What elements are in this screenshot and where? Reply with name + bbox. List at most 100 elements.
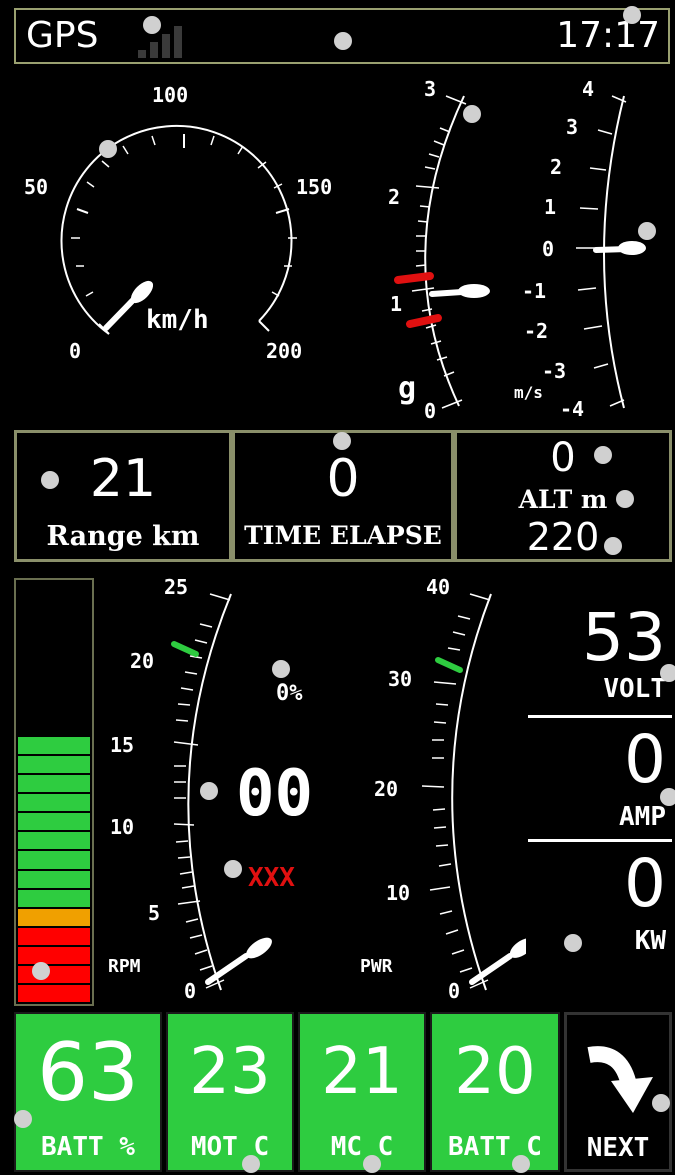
callout-marker xyxy=(564,934,582,952)
speed-unit: km/h xyxy=(146,305,209,335)
motor-temp-label: MOT C xyxy=(190,1132,270,1162)
vario-tick-0: 0 xyxy=(542,237,554,261)
callout-marker xyxy=(143,16,161,34)
vario-tick-1: 1 xyxy=(544,195,556,219)
motor-temp-tile[interactable]: 23 MOT C xyxy=(166,1012,294,1172)
pwr-tick-10: 10 xyxy=(386,881,410,905)
speed-tick-100: 100 xyxy=(152,83,188,107)
speed-gauge: 0 50 100 150 200 km/h xyxy=(24,83,332,363)
rpm-tick-20: 20 xyxy=(130,649,154,673)
flight-gauges: 0 50 100 150 200 km/h 3 2 1 0 g 4 3 2 1 … xyxy=(24,77,646,423)
time-elapse-label: TIME ELAPSE xyxy=(244,521,442,550)
mc-temp-tile[interactable]: 21 MC C xyxy=(298,1012,426,1172)
vario-tick-m1: -1 xyxy=(522,279,546,303)
vario-tick-2: 2 xyxy=(550,155,562,179)
callout-marker xyxy=(660,788,675,806)
callout-marker xyxy=(363,1155,381,1173)
mc-temp-value: 21 xyxy=(321,1035,403,1109)
altitude-value: 0 xyxy=(550,435,576,481)
next-label: NEXT xyxy=(586,1133,650,1163)
speed-tick-0: 0 xyxy=(69,339,81,363)
pwr-tick-30: 30 xyxy=(388,667,412,691)
gps-label: GPS xyxy=(26,15,99,56)
battery-segment xyxy=(18,737,90,755)
rpm-value: 00 xyxy=(236,757,313,831)
callout-marker xyxy=(14,1110,32,1128)
battery-segment xyxy=(18,794,90,812)
callout-marker xyxy=(333,432,351,450)
g-tick-3: 3 xyxy=(424,77,436,101)
speed-tick-50: 50 xyxy=(24,175,48,199)
speed-tick-200: 200 xyxy=(266,339,302,363)
battery-segment xyxy=(18,889,90,907)
battery-segment xyxy=(18,813,90,831)
g-tick-2: 2 xyxy=(388,185,400,209)
pwr-tick-20: 20 xyxy=(374,777,398,801)
callout-marker xyxy=(604,537,622,555)
mc-temp-label: MC C xyxy=(330,1132,394,1162)
batt-percent-label: BATT % xyxy=(41,1132,135,1162)
g-tick-1: 1 xyxy=(390,292,402,316)
speed-tick-150: 150 xyxy=(296,175,332,199)
callout-marker xyxy=(32,962,50,980)
volt-value: 53 xyxy=(582,599,666,676)
rpm-tick-5: 5 xyxy=(148,901,160,925)
rpm-tick-0: 0 xyxy=(184,979,196,1003)
motor-temp-value: 23 xyxy=(189,1035,271,1109)
time-elapse-value: 0 xyxy=(326,449,360,509)
kw-readout: 0 KW xyxy=(528,846,672,964)
clock: 17:17 xyxy=(556,15,660,56)
battery-segment xyxy=(18,851,90,869)
next-button[interactable]: NEXT xyxy=(564,1012,672,1172)
pwr-label: PWR xyxy=(360,956,393,977)
pwr-tick-40: 40 xyxy=(426,575,450,599)
pwr-tick-0: 0 xyxy=(448,979,460,1003)
vario-tick-m3: -3 xyxy=(542,359,566,383)
pwr-gauge: 40 30 20 10 0 PWR xyxy=(360,575,526,1003)
vario-tick-m2: -2 xyxy=(524,319,548,343)
battery-segment xyxy=(18,756,90,774)
g-unit: g xyxy=(398,371,416,406)
vario-unit: m/s xyxy=(514,383,543,402)
callout-marker xyxy=(623,6,641,24)
battery-segment xyxy=(18,775,90,793)
callout-marker xyxy=(272,660,290,678)
amp-label: AMP xyxy=(619,802,666,832)
power-gauges: 25 20 15 10 5 0 RPM 0% 00 XXX 40 30 20 1… xyxy=(108,575,526,1003)
g-meter-gauge: 3 2 1 0 g xyxy=(388,77,490,423)
battery-segment xyxy=(18,965,90,983)
rpm-tick-15: 15 xyxy=(110,733,134,757)
vario-tick-4: 4 xyxy=(582,77,594,101)
rpm-tick-10: 10 xyxy=(110,815,134,839)
callout-marker xyxy=(512,1155,530,1173)
callout-marker xyxy=(616,490,634,508)
battery-segment xyxy=(18,832,90,850)
callout-marker xyxy=(242,1155,260,1173)
altitude-label: ALT m xyxy=(518,485,608,514)
g-tick-0: 0 xyxy=(424,399,436,423)
kw-value: 0 xyxy=(624,845,666,922)
callout-marker xyxy=(463,105,481,123)
vario-tick-m4: -4 xyxy=(560,397,584,421)
volt-readout: 53 VOLT xyxy=(528,600,672,718)
callout-marker xyxy=(224,860,242,878)
battery-segment xyxy=(18,946,90,964)
battery-segment xyxy=(18,984,90,1002)
batt-temp-tile[interactable]: 20 BATT C xyxy=(430,1012,560,1172)
turn-arrow-icon xyxy=(587,1046,653,1113)
battery-segment xyxy=(18,870,90,888)
battery-level-bar xyxy=(14,578,94,1006)
amp-value: 0 xyxy=(624,721,666,798)
kw-label: KW xyxy=(634,926,666,956)
callout-marker xyxy=(638,222,656,240)
batt-percent-tile[interactable]: 63 BATT % xyxy=(14,1012,162,1172)
volt-label: VOLT xyxy=(603,674,666,704)
altitude-panel: 0 ALT m 220 xyxy=(454,430,672,562)
battery-segment xyxy=(18,908,90,926)
batt-temp-label: BATT C xyxy=(448,1132,542,1162)
range-label: Range km xyxy=(46,521,200,552)
vario-tick-3: 3 xyxy=(566,115,578,139)
batt-temp-value: 20 xyxy=(454,1035,536,1109)
rpm-warning: XXX xyxy=(248,863,295,893)
callout-marker xyxy=(660,664,675,682)
